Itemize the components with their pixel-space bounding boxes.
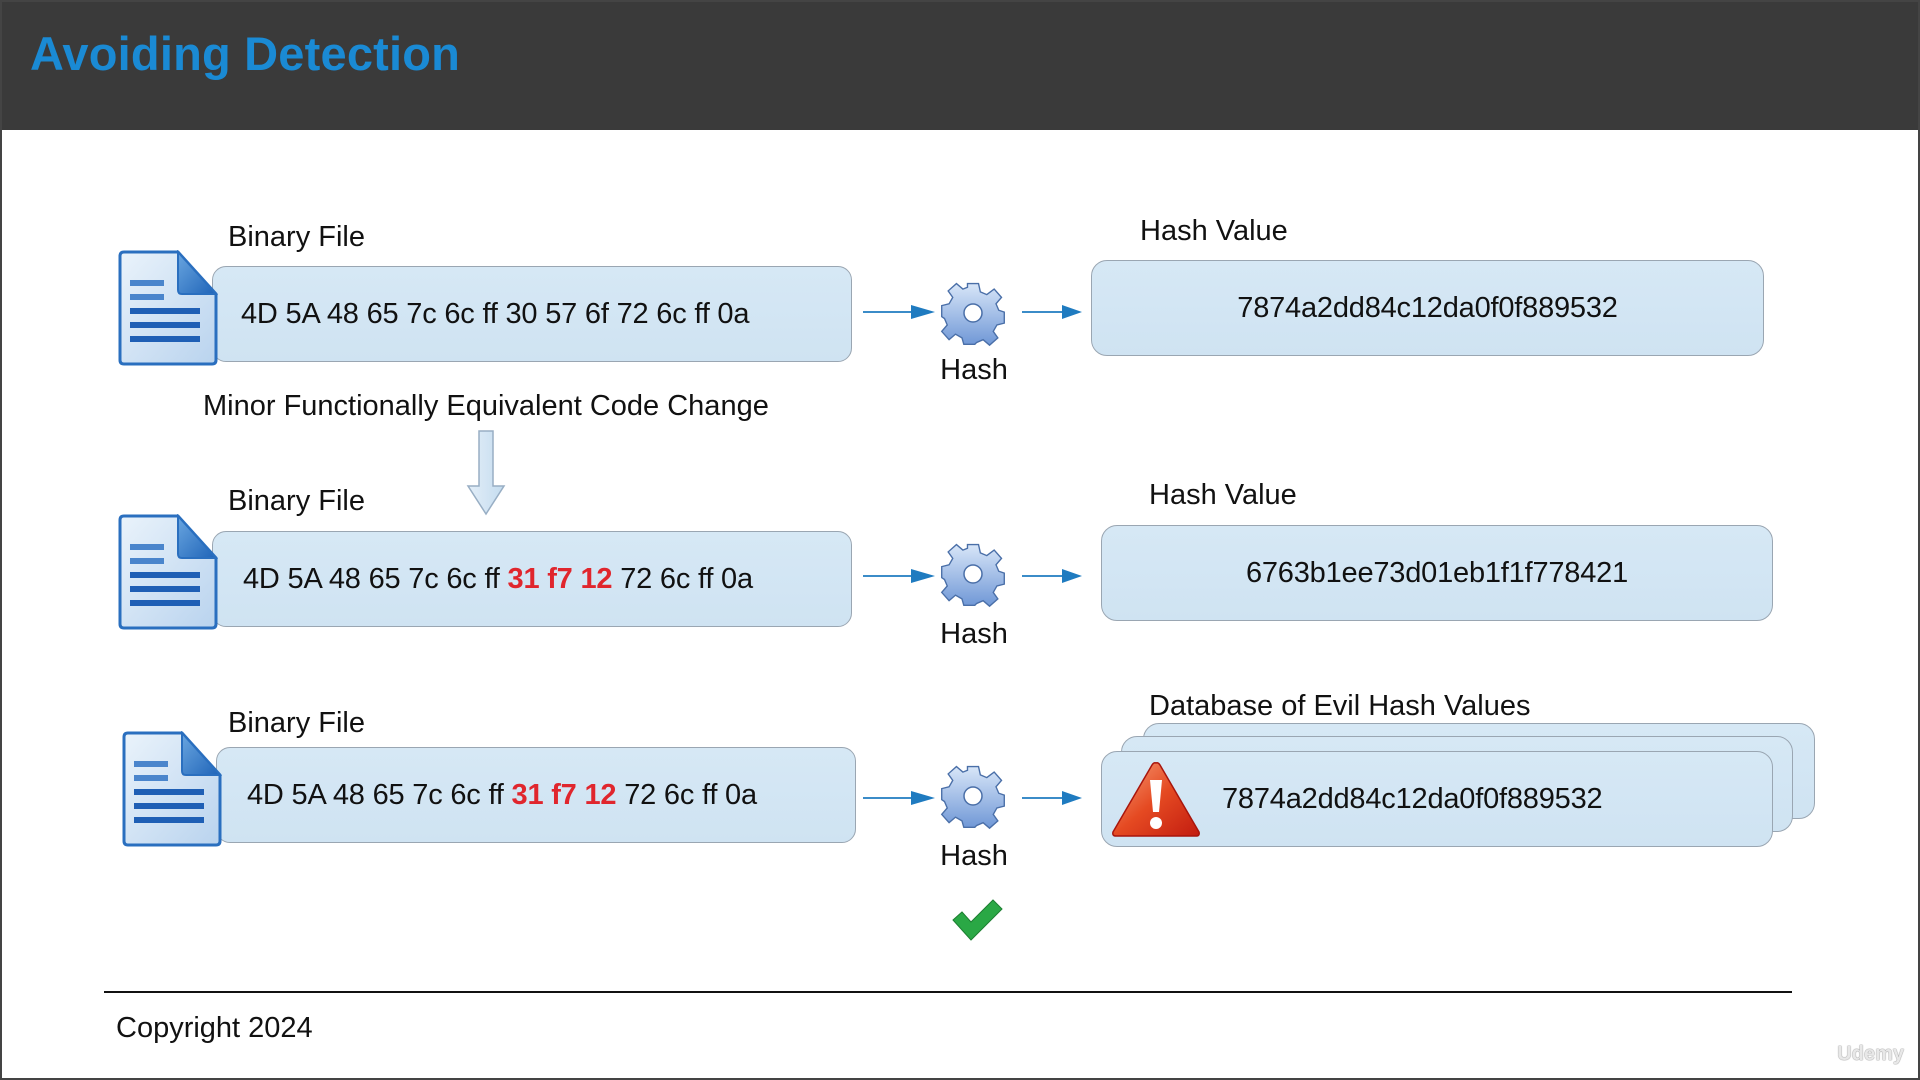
binary-bytes-box: 4D 5A 48 65 7c 6c ff 30 57 6f 72 6c ff 0… xyxy=(212,266,852,362)
document-icon xyxy=(116,250,218,366)
binary-bytes-box: 4D 5A 48 65 7c 6c ff 31 f7 12 72 6c ff 0… xyxy=(216,747,856,843)
hash-value: 6763b1ee73d01eb1f1f778421 xyxy=(1245,556,1629,589)
copyright-text: Copyright 2024 xyxy=(116,1012,313,1044)
arrow-down-icon xyxy=(466,430,506,516)
hash-value-label: Hash Value xyxy=(1140,215,1288,247)
hash-process-label: Hash xyxy=(940,354,1008,386)
binary-bytes: 4D 5A 48 65 7c 6c ff 30 57 6f 72 6c ff 0… xyxy=(241,297,750,330)
checkmark-icon xyxy=(952,899,1003,941)
arrow-right-icon xyxy=(863,566,935,586)
document-icon xyxy=(120,731,222,847)
hash-process-label: Hash xyxy=(940,840,1008,872)
arrow-right-icon xyxy=(1022,302,1082,322)
changed-bytes: 31 f7 12 xyxy=(511,778,617,811)
binary-bytes-box: 4D 5A 48 65 7c 6c ff 31 f7 12 72 6c ff 0… xyxy=(212,531,852,627)
arrow-right-icon xyxy=(863,788,935,808)
arrow-right-icon xyxy=(863,302,935,322)
hash-value-box: 7874a2dd84c12da0f0f889532 xyxy=(1091,260,1764,356)
gear-icon xyxy=(939,279,1007,347)
gear-icon xyxy=(939,762,1007,830)
warning-triangle-icon xyxy=(1112,762,1200,837)
binary-file-label: Binary File xyxy=(228,485,365,517)
slide-title: Avoiding Detection xyxy=(30,27,461,80)
changed-bytes: 31 f7 12 xyxy=(507,562,613,595)
binary-bytes: 4D 5A 48 65 7c 6c ff 31 f7 12 72 6c ff 0… xyxy=(247,778,757,811)
code-change-label: Minor Functionally Equivalent Code Chang… xyxy=(203,390,769,422)
footer-divider xyxy=(104,991,1792,993)
gear-icon xyxy=(939,540,1007,608)
binary-file-label: Binary File xyxy=(228,221,365,253)
binary-file-label: Binary File xyxy=(228,707,365,739)
document-icon xyxy=(116,514,218,630)
slide-header: Avoiding Detection xyxy=(0,0,1920,130)
hash-process-label: Hash xyxy=(940,618,1008,650)
binary-bytes: 4D 5A 48 65 7c 6c ff 31 f7 12 72 6c ff 0… xyxy=(243,562,753,595)
hash-value-label: Hash Value xyxy=(1149,479,1297,511)
hash-value-box: 6763b1ee73d01eb1f1f778421 xyxy=(1101,525,1773,621)
evil-hash-value: 7874a2dd84c12da0f0f889532 xyxy=(1222,782,1603,815)
arrow-right-icon xyxy=(1022,788,1082,808)
evil-database-label: Database of Evil Hash Values xyxy=(1149,690,1531,722)
hash-value: 7874a2dd84c12da0f0f889532 xyxy=(1237,291,1618,324)
arrow-right-icon xyxy=(1022,566,1082,586)
udemy-watermark: Udemy xyxy=(1837,1043,1904,1065)
